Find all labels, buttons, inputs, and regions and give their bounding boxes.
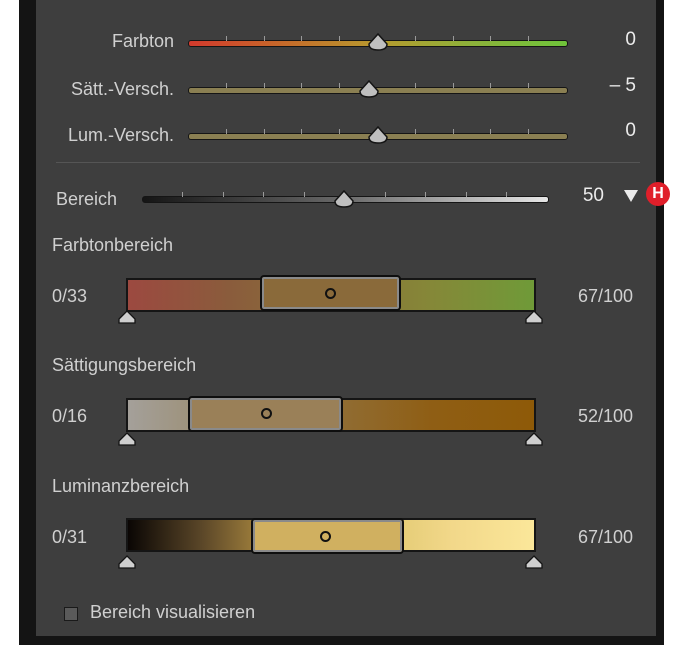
luminance-shift-slider-thumb[interactable]: [367, 126, 389, 144]
tick: [453, 129, 454, 134]
tick: [226, 129, 227, 134]
range-label: Bereich: [56, 189, 118, 209]
tick: [182, 192, 183, 197]
saturation-range-left-handle[interactable]: [117, 432, 137, 446]
tick: [506, 192, 507, 197]
tick: [415, 36, 416, 41]
visualize-range-checkbox[interactable]: [64, 607, 78, 621]
tick: [264, 83, 265, 88]
saturation-range-center-dot[interactable]: [261, 408, 272, 419]
tick: [528, 129, 529, 134]
tick: [304, 192, 305, 197]
saturation-range-right-value: 52/100: [578, 406, 634, 426]
tick: [264, 129, 265, 134]
tick: [528, 36, 529, 41]
luminance-range-right-value: 67/100: [578, 527, 634, 547]
hue-slider-thumb[interactable]: [367, 33, 389, 51]
tick: [223, 192, 224, 197]
luminance-range-left-value: 0/31: [52, 527, 88, 547]
tick: [263, 192, 264, 197]
hue-range-right-handle[interactable]: [524, 310, 544, 324]
hue-range-left-handle[interactable]: [117, 310, 137, 324]
luminance-range-heading: Luminanzbereich: [52, 476, 190, 496]
tick: [301, 36, 302, 41]
hue-range-heading: Farbtonbereich: [52, 235, 174, 255]
tick: [339, 36, 340, 41]
saturation-shift-slider-thumb[interactable]: [358, 80, 380, 98]
saturation-shift-label: Sätt.-Versch.: [70, 79, 174, 99]
tick: [301, 83, 302, 88]
tick: [466, 192, 467, 197]
hue-label: Farbton: [111, 31, 174, 51]
tick: [453, 83, 454, 88]
tick: [226, 36, 227, 41]
tick: [339, 83, 340, 88]
tick: [301, 129, 302, 134]
tick: [339, 129, 340, 134]
saturation-shift-value[interactable]: – 5: [580, 75, 636, 97]
tick: [226, 83, 227, 88]
marker-badge: H: [646, 182, 670, 206]
luminance-shift-label: Lum.-Versch.: [67, 125, 174, 145]
range-slider-thumb[interactable]: [333, 190, 355, 208]
tick: [490, 129, 491, 134]
tick: [415, 83, 416, 88]
hue-range-right-value: 67/100: [578, 286, 634, 306]
tick: [453, 36, 454, 41]
tick: [528, 83, 529, 88]
luminance-range-center-dot[interactable]: [320, 531, 331, 542]
visualize-range-label[interactable]: Bereich visualisieren: [90, 602, 255, 623]
tick: [490, 36, 491, 41]
tick: [425, 192, 426, 197]
luminance-range-left-handle[interactable]: [117, 555, 137, 569]
saturation-range-right-handle[interactable]: [524, 432, 544, 446]
tick: [385, 192, 386, 197]
triangle-down-icon[interactable]: [623, 189, 639, 203]
hue-range-left-value: 0/33: [52, 286, 88, 306]
range-value[interactable]: 50: [560, 185, 604, 207]
hue-range-center-dot[interactable]: [325, 288, 336, 299]
luminance-range-right-handle[interactable]: [524, 555, 544, 569]
tick: [490, 83, 491, 88]
saturation-range-heading: Sättigungsbereich: [52, 355, 197, 375]
tick: [415, 129, 416, 134]
luminance-shift-value[interactable]: 0: [580, 120, 636, 142]
hue-value[interactable]: 0: [580, 29, 636, 51]
divider: [56, 162, 640, 163]
tick: [264, 36, 265, 41]
saturation-range-left-value: 0/16: [52, 406, 88, 426]
